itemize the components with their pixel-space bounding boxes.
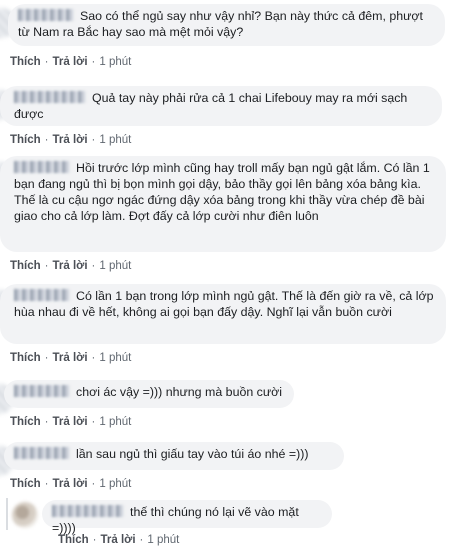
reply-link[interactable]: Trả lời (53, 56, 88, 68)
comment-bubble: lần sau ngủ thì giấu tay vào túi áo nhé … (4, 442, 344, 470)
like-link[interactable]: Thích (58, 534, 89, 546)
timestamp[interactable]: 1 phút (99, 352, 131, 364)
comment-actions: Thích · Trả lời · 1 phút (10, 478, 132, 490)
commenter-name[interactable] (18, 9, 74, 21)
comment-text: Sao có thể ngủ say như vậy nhỉ? Bạn này … (18, 9, 423, 39)
comment-bubble: Có lần 1 bạn trong lớp mình ngủ gật. Thế… (0, 284, 446, 344)
reply-link[interactable]: Trả lời (53, 260, 88, 272)
reply-link[interactable]: Trả lời (101, 534, 136, 546)
reply-link[interactable]: Trả lời (53, 352, 88, 364)
commenter-name[interactable] (52, 505, 124, 517)
comment-actions: Thích · Trả lời · 1 phút (58, 534, 180, 546)
like-link[interactable]: Thích (10, 260, 41, 272)
like-link[interactable]: Thích (10, 416, 41, 428)
timestamp[interactable]: 1 phút (147, 534, 179, 546)
reply-thread-line (6, 498, 8, 530)
commenter-name[interactable] (14, 385, 70, 397)
commenter-name[interactable] (14, 161, 70, 173)
comment-actions: Thích · Trả lời · 1 phút (10, 352, 132, 364)
reply-link[interactable]: Trả lời (53, 134, 88, 146)
comment-bubble: Hồi trước lớp mình cũng hay troll mấy bạ… (0, 156, 446, 252)
timestamp[interactable]: 1 phút (99, 416, 131, 428)
comment-text: Hồi trước lớp mình cũng hay troll mấy bạ… (14, 161, 430, 223)
comment-actions: Thích · Trả lời · 1 phút (10, 416, 132, 428)
commenter-name[interactable] (14, 447, 70, 459)
comment-bubble: Quả tay này phải rửa cả 1 chai Lifebouy … (0, 86, 442, 126)
comment-bubble: chơi ác vậy =))) nhưng mà buồn cười (4, 380, 294, 408)
commenter-name[interactable] (14, 91, 86, 103)
reply-link[interactable]: Trả lời (53, 478, 88, 490)
reply-link[interactable]: Trả lời (53, 416, 88, 428)
comment-text: lần sau ngủ thì giấu tay vào túi áo nhé … (76, 447, 309, 461)
timestamp[interactable]: 1 phút (99, 134, 131, 146)
timestamp[interactable]: 1 phút (99, 56, 131, 68)
comment-text: Có lần 1 bạn trong lớp mình ngủ gật. Thế… (14, 289, 434, 319)
like-link[interactable]: Thích (10, 352, 41, 364)
comment-bubble: thế thì chúng nó lại vẽ vào mặt =)))) (42, 500, 332, 535)
like-link[interactable]: Thích (10, 56, 41, 68)
like-link[interactable]: Thích (10, 478, 41, 490)
comment-bubble: Sao có thể ngủ say như vậy nhỉ? Bạn này … (8, 4, 445, 46)
timestamp[interactable]: 1 phút (99, 478, 131, 490)
comment-actions: Thích · Trả lời · 1 phút (10, 260, 132, 272)
commenter-avatar[interactable] (12, 502, 38, 528)
comment-actions: Thích · Trả lời · 1 phút (10, 56, 132, 68)
timestamp[interactable]: 1 phút (99, 260, 131, 272)
commenter-name[interactable] (14, 289, 70, 301)
comment-text: chơi ác vậy =))) nhưng mà buồn cười (76, 385, 283, 399)
comment-actions: Thích · Trả lời · 1 phút (10, 134, 132, 146)
like-link[interactable]: Thích (10, 134, 41, 146)
